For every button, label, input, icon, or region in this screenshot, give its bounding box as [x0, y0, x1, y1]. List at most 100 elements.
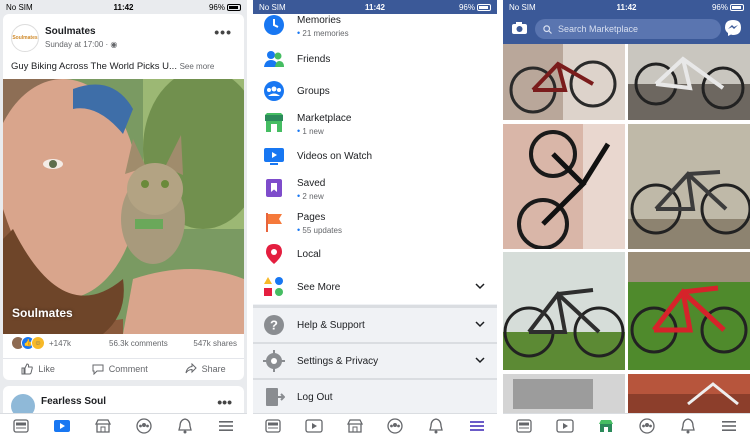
listing-tile[interactable] — [503, 124, 625, 249]
menu-item-help-support[interactable]: ? Help & Support — [253, 308, 497, 342]
listing-grid — [503, 44, 750, 413]
flag-icon — [266, 213, 282, 232]
hamburger-icon — [469, 420, 484, 431]
tab-marketplace[interactable] — [344, 417, 366, 435]
next-post-author[interactable]: Fearless Soul — [41, 396, 106, 407]
camera-icon[interactable] — [511, 21, 528, 35]
groups-icon — [639, 417, 655, 434]
listing-tile[interactable] — [628, 124, 750, 249]
comment-button[interactable]: Comment — [92, 363, 148, 375]
bicycle-photo — [628, 124, 750, 249]
photo-watermark: Soulmates — [12, 306, 73, 320]
menu-item-videos-on-watch[interactable]: Videos on Watch — [253, 139, 497, 173]
listing-tile[interactable] — [628, 44, 750, 120]
location-pin-icon — [266, 244, 282, 264]
listing-tile[interactable] — [628, 252, 750, 370]
news-feed-icon — [265, 418, 281, 433]
bell-icon — [429, 417, 443, 433]
search-placeholder: Search Marketplace — [558, 24, 639, 34]
globe-icon: ◉ — [110, 40, 118, 49]
tab-notifications[interactable] — [677, 417, 699, 435]
tab-menu[interactable] — [215, 417, 237, 435]
bell-icon — [681, 417, 696, 433]
search-input[interactable]: Search Marketplace — [535, 19, 721, 39]
bicycle-photo — [503, 252, 625, 370]
post-header: Soulmates Soulmates Sunday at 17:00 · ◉ … — [3, 14, 244, 54]
haha-reaction-icon: ☺ — [31, 336, 45, 350]
tab-marketplace[interactable] — [595, 417, 617, 435]
tab-notifications[interactable] — [174, 417, 196, 435]
post-photo[interactable]: Soulmates — [3, 79, 244, 334]
status-bar: No SIM 11:42 96% — [503, 0, 750, 14]
menu-item-groups[interactable]: Groups — [253, 74, 497, 108]
chevron-down-icon — [475, 357, 485, 364]
menu-item-log-out[interactable]: Log Out — [253, 380, 497, 414]
menu-item-friends[interactable]: Friends — [253, 42, 497, 76]
menu-item-saved[interactable]: Saved • 2 new — [253, 171, 497, 205]
bicycle-photo — [503, 44, 625, 120]
marketplace-icon — [94, 418, 111, 433]
tab-news-feed[interactable] — [262, 417, 284, 435]
listing-tile[interactable] — [503, 44, 625, 120]
battery-icon — [730, 3, 744, 11]
battery-icon — [227, 3, 241, 11]
bicycle-photo — [628, 252, 750, 370]
battery-indicator: 96% — [209, 3, 241, 12]
menu-item-subtext: • 2 new — [297, 191, 324, 201]
chevron-down-icon — [475, 321, 485, 328]
menu-item-pages[interactable]: Pages • 55 updates — [253, 205, 497, 239]
tab-notifications[interactable] — [425, 417, 447, 435]
next-post-options-button[interactable]: ••• — [217, 394, 232, 410]
tab-watch[interactable] — [303, 417, 325, 435]
share-button[interactable]: Share — [185, 362, 226, 375]
post-options-button[interactable]: ••• — [214, 24, 232, 40]
listing-tile[interactable] — [503, 374, 625, 413]
tab-groups[interactable] — [384, 417, 406, 435]
menu-item-subtext: • 21 memories — [297, 28, 349, 38]
like-button[interactable]: Like — [21, 362, 55, 375]
menu-item-marketplace[interactable]: Marketplace • 1 new — [253, 106, 497, 140]
post-author[interactable]: Soulmates — [45, 26, 96, 37]
menu-item-local[interactable]: Local — [253, 237, 497, 271]
tab-news-feed[interactable] — [513, 417, 535, 435]
clock-text: 11:42 — [113, 2, 134, 12]
reaction-count: +147k — [49, 339, 72, 348]
status-bar: No SIM 11:42 96% — [0, 0, 247, 14]
groups-icon — [387, 417, 403, 434]
menu-item-memories[interactable]: Memories • 21 memories — [253, 8, 497, 42]
messenger-icon[interactable] — [724, 19, 742, 37]
watch-icon — [53, 419, 70, 432]
bottom-tab-bar — [253, 413, 497, 437]
tab-menu[interactable] — [466, 417, 488, 435]
share-count[interactable]: 547k shares — [193, 339, 237, 348]
chevron-down-icon — [475, 283, 485, 290]
reaction-summary[interactable]: 👍 ☺ +147k 56.3k comments 547k shares — [11, 336, 239, 352]
menu-item-subtext: • 55 updates — [297, 225, 342, 235]
page-avatar[interactable]: Soulmates — [11, 24, 39, 52]
groups-icon — [264, 81, 284, 101]
share-icon — [185, 362, 197, 373]
tab-marketplace[interactable] — [92, 417, 114, 435]
menu-item-label: Settings & Privacy — [297, 356, 379, 367]
listing-tile[interactable] — [503, 252, 625, 370]
bottom-tab-bar — [0, 413, 247, 437]
carrier-text: No SIM — [509, 2, 536, 12]
bicycle-photo — [503, 374, 625, 413]
carrier-text: No SIM — [6, 2, 33, 12]
see-more-link[interactable]: See more — [180, 62, 215, 71]
bicycle-photo — [628, 44, 750, 120]
tab-groups[interactable] — [133, 417, 155, 435]
menu-item-see-more[interactable]: See More — [253, 270, 497, 304]
tab-news-feed[interactable] — [10, 417, 32, 435]
tab-menu[interactable] — [718, 417, 740, 435]
gear-icon — [263, 350, 285, 372]
post-text: Guy Biking Across The World Picks U... S… — [11, 61, 215, 72]
hamburger-icon — [219, 420, 234, 431]
tab-watch[interactable] — [554, 417, 576, 435]
tab-watch[interactable] — [51, 417, 73, 435]
tab-groups[interactable] — [636, 417, 658, 435]
menu-item-settings-privacy[interactable]: Settings & Privacy — [253, 344, 497, 378]
menu-item-label: Local — [297, 249, 321, 260]
comment-count[interactable]: 56.3k comments — [109, 339, 168, 348]
listing-tile[interactable] — [628, 374, 750, 413]
